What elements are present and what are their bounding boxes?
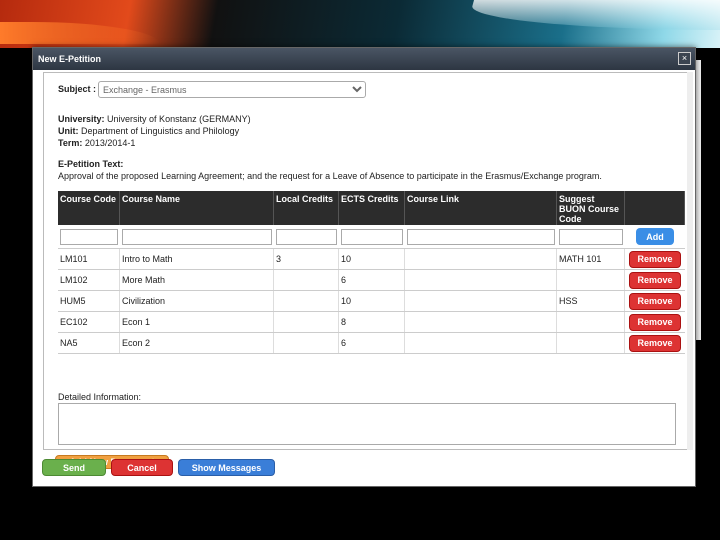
new-epetition-dialog: New E-Petition × Subject : Exchange - Er…	[32, 47, 696, 487]
petition-text: Approval of the proposed Learning Agreem…	[58, 171, 602, 181]
cell-local	[274, 333, 339, 353]
cell-suggest	[557, 312, 625, 332]
table-row: EC102 Econ 1 8 Remove	[58, 312, 685, 333]
term-label: Term:	[58, 138, 83, 148]
cell-ects: 6	[339, 333, 405, 353]
cell-actions: Remove	[625, 249, 685, 269]
cell-link	[405, 333, 557, 353]
subject-label: Subject :	[58, 84, 97, 94]
cell-suggest	[557, 270, 625, 290]
dialog-header: New E-Petition	[33, 48, 695, 70]
university-label: University:	[58, 114, 105, 124]
cell-local	[274, 270, 339, 290]
cell-name: Econ 1	[120, 312, 274, 332]
cell-local	[274, 312, 339, 332]
cell-actions: Remove	[625, 270, 685, 290]
cell-name: Civilization	[120, 291, 274, 311]
new-course-row: Add	[58, 225, 685, 249]
cell-link	[405, 291, 557, 311]
cell-suggest: MATH 101	[557, 249, 625, 269]
dialog-scrollbar[interactable]	[687, 72, 693, 450]
cell-code: NA5	[58, 333, 120, 353]
add-course-button[interactable]: Add	[636, 228, 674, 245]
table-row: LM101 Intro to Math 3 10 MATH 101 Remove	[58, 249, 685, 270]
cell-link	[405, 249, 557, 269]
dialog-body: Subject : Exchange - Erasmus University:…	[43, 72, 689, 469]
cell-name: More Math	[120, 270, 274, 290]
details-textarea[interactable]	[58, 403, 676, 445]
cell-link	[405, 312, 557, 332]
dialog-title: New E-Petition	[38, 54, 102, 64]
details-label: Detailed Information:	[58, 392, 142, 402]
term-value: 2013/2014-1	[84, 138, 136, 148]
course-name-input[interactable]	[122, 228, 272, 245]
cancel-button[interactable]: Cancel	[111, 459, 173, 476]
dialog-footer: Send Cancel Show Messages	[42, 459, 275, 476]
cell-code: LM102	[58, 270, 120, 290]
local-credits-input[interactable]	[276, 228, 337, 245]
cell-code: HUM5	[58, 291, 120, 311]
university-value: University of Konstanz (GERMANY)	[107, 114, 251, 124]
cell-local: 3	[274, 249, 339, 269]
subject-select[interactable]: Exchange - Erasmus	[98, 81, 366, 98]
course-rows: LM101 Intro to Math 3 10 MATH 101 Remove LM102…	[58, 249, 685, 354]
banner-glow	[0, 22, 160, 44]
header-suggest-code: Suggest BUON Course Code	[557, 191, 625, 225]
header-course-name: Course Name	[120, 191, 274, 225]
cell-ects: 10	[339, 249, 405, 269]
show-messages-button[interactable]: Show Messages	[178, 459, 275, 476]
send-button[interactable]: Send	[42, 459, 106, 476]
table-row: HUM5 Civilization 10 HSS Remove	[58, 291, 685, 312]
remove-course-button[interactable]: Remove	[629, 292, 681, 310]
courses-table: Course Code Course Name Local Credits EC…	[58, 191, 685, 354]
cell-actions: Remove	[625, 312, 685, 332]
cell-code: EC102	[58, 312, 120, 332]
header-local-credits: Local Credits	[274, 191, 339, 225]
table-row: NA5 Econ 2 6 Remove	[58, 333, 685, 354]
remove-course-button[interactable]: Remove	[629, 250, 681, 268]
course-link-input[interactable]	[407, 228, 555, 245]
remove-course-button[interactable]: Remove	[629, 313, 681, 331]
unit-line: Unit: Department of Linguistics and Phil…	[58, 126, 239, 136]
remove-course-button[interactable]: Remove	[629, 334, 681, 352]
ects-credits-input[interactable]	[341, 228, 403, 245]
cell-suggest	[557, 333, 625, 353]
cell-name: Econ 2	[120, 333, 274, 353]
cell-name: Intro to Math	[120, 249, 274, 269]
cell-link	[405, 270, 557, 290]
header-course-code: Course Code	[58, 191, 120, 225]
close-icon[interactable]: ×	[678, 52, 691, 65]
header-ects-credits: ECTS Credits	[339, 191, 405, 225]
cell-ects: 8	[339, 312, 405, 332]
banner-swoosh	[465, 0, 720, 30]
cell-code: LM101	[58, 249, 120, 269]
unit-value: Department of Linguistics and Philology	[81, 126, 240, 136]
remove-course-button[interactable]: Remove	[629, 271, 681, 289]
suggest-code-input[interactable]	[559, 228, 623, 245]
petition-text-label: E-Petition Text:	[58, 159, 124, 169]
cell-actions: Remove	[625, 333, 685, 353]
cell-ects: 6	[339, 270, 405, 290]
university-line: University: University of Konstanz (GERM…	[58, 114, 251, 124]
course-code-input[interactable]	[60, 228, 118, 245]
table-header: Course Code Course Name Local Credits EC…	[58, 191, 685, 225]
cell-suggest: HSS	[557, 291, 625, 311]
unit-label: Unit:	[58, 126, 79, 136]
table-row: LM102 More Math 6 Remove	[58, 270, 685, 291]
cell-local	[274, 291, 339, 311]
header-course-link: Course Link	[405, 191, 557, 225]
slide-banner	[0, 0, 720, 48]
cell-ects: 10	[339, 291, 405, 311]
header-actions	[625, 191, 685, 225]
cell-actions: Remove	[625, 291, 685, 311]
term-line: Term: 2013/2014-1	[58, 138, 135, 148]
